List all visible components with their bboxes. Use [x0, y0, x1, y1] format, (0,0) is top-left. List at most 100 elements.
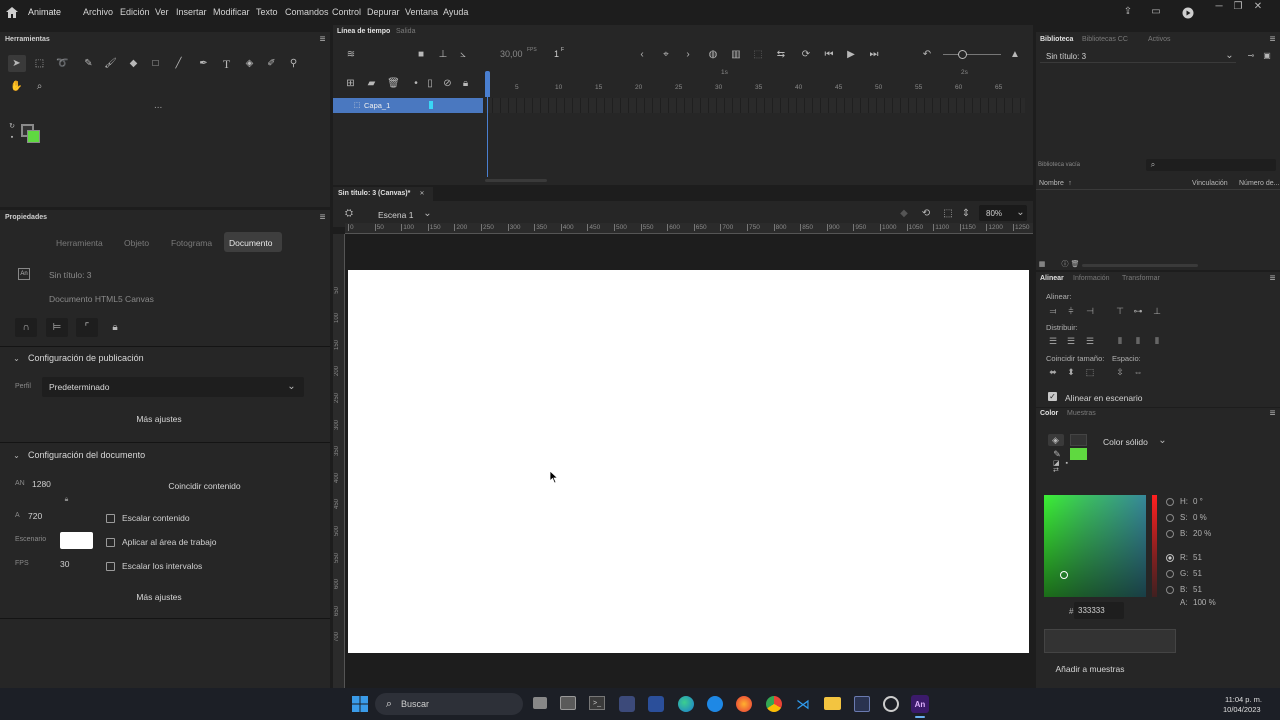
frame-strip[interactable] [485, 98, 1025, 113]
radio-s[interactable] [1166, 514, 1174, 522]
publish-section-title[interactable]: Configuración de publicación [28, 353, 144, 363]
windows-start-icon[interactable] [352, 696, 368, 712]
rectangle-tool-icon[interactable]: □ [149, 57, 162, 70]
align-to-stage-checkbox[interactable]: ✓ [1048, 392, 1057, 401]
radio-r[interactable] [1166, 554, 1174, 562]
width-value[interactable]: 1280 [32, 479, 51, 489]
center-frame-icon[interactable]: ⌖ [660, 49, 672, 61]
clock-date[interactable]: 10/04/2023 [1223, 705, 1261, 714]
more-tools[interactable]: ... [154, 100, 162, 111]
lock-icon[interactable]: 🔒︎ [460, 78, 471, 89]
space-horizontal-icon[interactable]: ⇔ [1133, 367, 1143, 377]
fit-icon[interactable]: ⬚ [942, 208, 954, 220]
hand-tool-icon[interactable]: ✋ [10, 80, 23, 93]
tab-document[interactable]: Documento [229, 238, 272, 248]
menu-item[interactable]: Ver [155, 7, 169, 17]
profile-select[interactable]: Predeterminado ⌄ [42, 377, 304, 397]
chevron-left-icon[interactable]: ‹ [637, 49, 647, 61]
center-stage-icon[interactable]: ⇕ [961, 208, 971, 220]
menu-item[interactable]: Texto [256, 7, 278, 17]
distribute-bottom-icon[interactable]: ☰ [1085, 336, 1095, 346]
onion-skin-icon[interactable]: ◍ [707, 49, 719, 61]
line-tool-icon[interactable]: ╱ [172, 57, 185, 70]
tab-align[interactable]: Alinear [1040, 275, 1064, 282]
menu-item[interactable]: Depurar [367, 7, 400, 17]
close-icon[interactable]: ✕ [1253, 2, 1263, 12]
step-back-icon[interactable]: ⏮ [823, 49, 835, 61]
h-value[interactable]: 0 ° [1193, 497, 1203, 506]
library-scrollbar[interactable] [1082, 264, 1198, 267]
app-icon-6[interactable] [707, 696, 723, 712]
radio-g[interactable] [1166, 570, 1174, 578]
keyframe-icon[interactable]: ⬚ [752, 49, 764, 61]
magnet-icon[interactable]: ∩ [20, 322, 32, 334]
graph-icon[interactable]: ⦣ [457, 49, 469, 61]
tab-timeline[interactable]: Línea de tiempo [337, 28, 390, 35]
align-hcenter-icon[interactable]: ⫩ [1066, 306, 1076, 316]
space-vertical-icon[interactable]: ⇳ [1115, 367, 1125, 377]
pen-tool-icon[interactable]: ✒ [197, 57, 210, 70]
add-to-swatches-button[interactable]: Añadir a muestras [1046, 660, 1134, 678]
edge-icon[interactable] [678, 696, 694, 712]
stage-color-swatch[interactable] [60, 532, 93, 549]
tab-assets[interactable]: Activos [1148, 36, 1171, 43]
layer-color-tag[interactable] [429, 101, 433, 109]
document-section-title[interactable]: Configuración del documento [28, 450, 145, 460]
r-value[interactable]: 51 [1193, 553, 1202, 562]
panel-menu-icon[interactable]: ≡ [1268, 273, 1277, 283]
maximize-icon[interactable]: ❐ [1233, 2, 1243, 12]
color-options-icon[interactable]: ◪ ▪ ⇄ [1053, 460, 1081, 474]
delete-icon[interactable]: 🗑︎ [387, 78, 400, 89]
distribute-left-icon[interactable]: ⦀ [1115, 336, 1125, 346]
new-folder-icon[interactable]: ▰ [366, 78, 377, 89]
zoom-tool-icon[interactable]: ⌕ [33, 80, 46, 93]
alpha-value[interactable]: 100 % [1193, 598, 1216, 607]
dot-icon[interactable]: • [412, 78, 420, 89]
task-view-icon[interactable] [533, 697, 547, 709]
share-icon[interactable]: ⇪ [1122, 6, 1134, 18]
home-icon[interactable] [5, 6, 18, 19]
workspace-icon[interactable]: ▭ [1150, 6, 1162, 18]
align-top-icon[interactable]: ⊤ [1115, 306, 1125, 316]
subselection-tool-icon[interactable]: ⬚ [33, 57, 46, 70]
blue-value[interactable]: 51 [1193, 585, 1202, 594]
app-icon-11[interactable] [854, 696, 870, 712]
play-icon[interactable]: ▶ [845, 49, 857, 61]
tab-tool[interactable]: Herramienta [56, 238, 103, 248]
outline-icon[interactable]: ▯ [426, 78, 434, 89]
edit-multiple-icon[interactable]: ▥ [730, 49, 742, 61]
delete-icon[interactable]: 🗑︎ [1071, 260, 1080, 268]
menu-item[interactable]: Modificar [213, 7, 250, 17]
more-settings-button[interactable]: Más ajustes [14, 409, 304, 429]
stage[interactable] [348, 270, 1029, 653]
lasso-tool-icon[interactable]: ➰ [56, 57, 69, 70]
animate-taskbar-icon[interactable]: An [911, 695, 929, 713]
tab-output[interactable]: Salida [396, 28, 415, 35]
app-name[interactable]: Animate [28, 7, 61, 17]
new-library-icon[interactable]: ▣ [1262, 51, 1272, 61]
taskbar-search[interactable]: ⌕ Buscar [375, 693, 523, 715]
align-left-icon[interactable]: ⫤ [1048, 306, 1058, 316]
col-name[interactable]: Nombre [1039, 180, 1064, 187]
scale-spans-checkbox[interactable] [106, 562, 115, 571]
chevron-right-icon[interactable]: › [683, 49, 693, 61]
fill-bucket-icon[interactable]: ◈ [1050, 435, 1061, 446]
panel-menu-icon[interactable]: ≡ [1268, 408, 1277, 418]
tab-cc-libraries[interactable]: Bibliotecas CC [1082, 36, 1128, 43]
distribute-right-icon[interactable]: ⦀ [1152, 336, 1162, 346]
text-tool-icon[interactable]: T [220, 57, 233, 70]
new-layer-icon[interactable]: ⊞ [345, 78, 356, 89]
sort-arrow-icon[interactable]: ↑ [1066, 179, 1074, 187]
stroke-swatch[interactable] [1070, 434, 1087, 446]
match-width-icon[interactable]: ⬌ [1048, 367, 1058, 377]
more-settings-button-2[interactable]: Más ajustes [14, 587, 304, 607]
fill-color-swatch[interactable] [27, 130, 40, 143]
hex-input[interactable]: 333333 [1074, 602, 1124, 619]
panel-menu-icon[interactable]: ≡ [1268, 34, 1277, 44]
timeline-zoom-thumb[interactable] [958, 50, 967, 59]
eye-icon[interactable]: ⊘ [442, 78, 453, 89]
layers-icon[interactable]: ≋ [345, 49, 357, 61]
fps-value[interactable]: 30 [60, 559, 69, 569]
menu-item[interactable]: Control [332, 7, 361, 17]
tab-object[interactable]: Objeto [124, 238, 149, 248]
